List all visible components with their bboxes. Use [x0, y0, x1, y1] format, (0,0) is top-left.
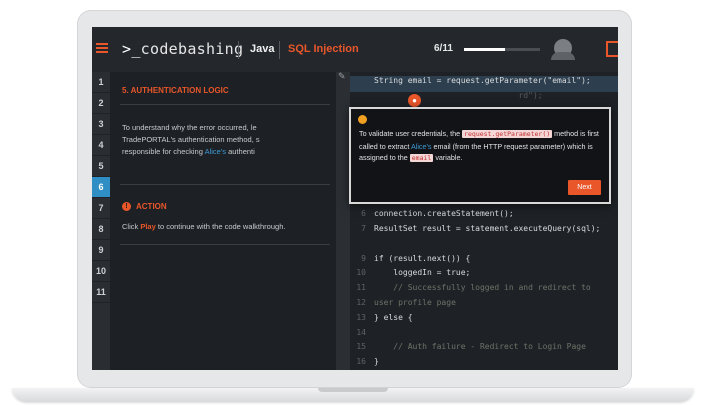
line-number: 9: [361, 253, 366, 263]
step-nav-item[interactable]: 10: [92, 261, 110, 282]
step-nav-item[interactable]: 7: [92, 198, 110, 219]
next-button[interactable]: Next: [568, 180, 601, 195]
divider: [238, 41, 239, 59]
line-number: 14: [356, 327, 366, 337]
code-chip: request.getParameter(): [462, 130, 553, 138]
app-screen: >_codebashing Java SQL Injection 6/11 12…: [92, 27, 618, 370]
step-nav-item[interactable]: 4: [92, 135, 110, 156]
code-gutter: [336, 72, 350, 370]
pin-icon[interactable]: ✎: [338, 71, 348, 81]
code-text: rd");: [374, 90, 543, 100]
action-icon: !: [122, 202, 131, 211]
info-icon: [358, 115, 367, 124]
step-nav-item[interactable]: 5: [92, 156, 110, 177]
progress-bar: [464, 48, 540, 51]
code-line: 16}: [350, 357, 618, 370]
language-label[interactable]: Java: [250, 43, 274, 55]
line-number: 16: [356, 357, 366, 367]
walkthrough-popup: To validate user credentials, the reques…: [349, 107, 611, 204]
divider: [120, 184, 330, 185]
lesson-title[interactable]: SQL Injection: [288, 43, 359, 55]
code-text: }: [374, 357, 379, 367]
line-number: 11: [356, 283, 366, 293]
code-line: 15 // Auth failure - Redirect to Login P…: [350, 342, 618, 358]
hint-bubble-icon[interactable]: ●: [408, 94, 421, 107]
hamburger-menu-icon[interactable]: [96, 43, 108, 54]
code-line: 11 // Successfully logged in and redirec…: [350, 283, 618, 299]
code-text: String email = request.getParameter("ema…: [374, 76, 591, 85]
popup-text: To validate user credentials, the reques…: [359, 129, 599, 162]
code-line: rd");: [350, 91, 618, 107]
line-number: 13: [356, 312, 366, 322]
code-line: 10 loggedIn = true;: [350, 268, 618, 284]
code-line: String email = request.getParameter("ema…: [350, 76, 618, 92]
code-text: // Successfully logged in and redirect t…: [374, 283, 591, 293]
divider: [120, 244, 330, 245]
line-number: 6: [361, 209, 366, 219]
code-line: 7 ResultSet result = statement.executeQue…: [350, 224, 618, 240]
user-avatar[interactable]: [551, 39, 575, 60]
line-number: 15: [356, 342, 366, 352]
code-text: connection.createStatement();: [374, 209, 514, 219]
step-nav-item[interactable]: 11: [92, 282, 110, 303]
step-nav-item[interactable]: 9: [92, 240, 110, 261]
code-text: } else {: [374, 312, 413, 322]
progress-label: 6/11: [434, 43, 453, 54]
code-text: // Auth failure - Redirect to Login Page: [374, 342, 586, 352]
step-nav-item[interactable]: 2: [92, 93, 110, 114]
instruction-text: To understand why the error occurred, le…: [122, 123, 260, 156]
step-nav-item[interactable]: 1: [92, 72, 110, 93]
code-line: 13 } else {: [350, 313, 618, 329]
progress-fill: [464, 48, 506, 51]
lesson-step-nav: 1 2 3 4 5 6 7 8 9 10 11: [92, 72, 110, 370]
action-text: Click Play to continue with the code wal…: [122, 222, 286, 231]
code-line: 6 connection.createStatement();: [350, 209, 618, 225]
divider: [120, 104, 330, 105]
step-nav-item[interactable]: 3: [92, 114, 110, 135]
line-number: 7: [361, 224, 366, 233]
divider: [279, 41, 280, 59]
code-chip: email: [409, 154, 434, 162]
code-line: 12 user profile page: [350, 298, 618, 314]
laptop-notch: [318, 388, 388, 392]
section-title: 5. AUTHENTICATION LOGIC: [122, 86, 229, 95]
line-number: 12: [356, 298, 366, 307]
action-title: ACTION: [136, 202, 167, 211]
exit-icon[interactable]: [606, 41, 618, 57]
top-bar: >_codebashing Java SQL Injection 6/11: [92, 27, 618, 72]
logo: >_codebashing: [122, 40, 244, 58]
code-text: loggedIn = true;: [374, 268, 471, 278]
code-line: 9 if (result.next()) {: [350, 254, 618, 270]
code-line: 14: [350, 328, 618, 344]
step-nav-item[interactable]: 8: [92, 219, 110, 240]
code-text: if (result.next()) {: [374, 253, 471, 263]
instruction-panel: 5. AUTHENTICATION LOGIC To understand wh…: [110, 72, 336, 370]
code-text: ResultSet result = statement.executeQuer…: [374, 224, 601, 233]
line-number: 10: [356, 268, 366, 278]
code-text: user profile page: [374, 298, 456, 307]
step-nav-item[interactable]: 6: [92, 177, 110, 198]
